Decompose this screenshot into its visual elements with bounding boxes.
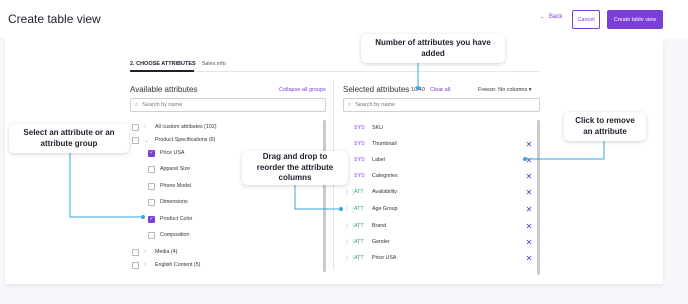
- close-icon[interactable]: ✕: [524, 222, 534, 231]
- tab-sales-info[interactable]: Sales info: [202, 61, 226, 67]
- drag-handle-icon[interactable]: ⋮⋮: [344, 255, 356, 262]
- page-title: Create table view: [8, 12, 101, 26]
- caret-down-icon: ▾: [528, 87, 532, 93]
- callout-drag-reorder: Drag and drop to reorder the attribute c…: [242, 151, 348, 185]
- arrow-left-icon: ←: [540, 14, 546, 20]
- chevron-right-icon[interactable]: ›: [144, 124, 150, 130]
- available-search-input[interactable]: [142, 102, 325, 108]
- selected-row-sku: SYS SKU: [354, 125, 383, 131]
- selected-row-label: SYS Label ✕: [354, 155, 534, 165]
- chevron-right-icon[interactable]: ›: [144, 249, 150, 255]
- selected-row-gender[interactable]: ⋮⋮ ATT Gender ✕: [344, 234, 534, 250]
- available-scrollbar[interactable]: [323, 120, 326, 272]
- clear-all-link[interactable]: Clear all: [430, 87, 450, 93]
- step-tabs: 2. CHOOSE ATTRIBUTES Sales info: [130, 61, 226, 67]
- tag-att: ATT: [354, 239, 364, 245]
- checkbox-checked[interactable]: ✓: [148, 149, 155, 157]
- tree-item-all-custom[interactable]: › All custom attributes (102): [132, 121, 217, 133]
- tree-item-price-usa[interactable]: ✓ Price USA: [148, 147, 184, 159]
- tag-sys: SYS: [354, 125, 365, 131]
- tag-sys: SYS: [354, 157, 365, 163]
- tree-item-product-color[interactable]: ✓ Product Color: [148, 213, 192, 225]
- close-icon[interactable]: ✕: [524, 188, 534, 197]
- tree-item-composition[interactable]: Composition: [148, 229, 189, 241]
- tag-sys: SYS: [354, 141, 365, 147]
- tree-item-apparel-size[interactable]: Apparel Size: [148, 163, 190, 175]
- selected-row-categories: SYS Categories ✕: [354, 171, 534, 181]
- checkbox[interactable]: [148, 182, 155, 190]
- tree-item-dimensions[interactable]: Dimensions: [148, 196, 188, 208]
- chevron-down-icon[interactable]: ⌄: [144, 137, 150, 144]
- tree-item-english-content[interactable]: › English Content (5): [132, 259, 200, 271]
- callout-remove-attribute: Click to remove an attribute: [564, 112, 646, 141]
- back-button[interactable]: ← Back: [540, 14, 562, 20]
- freeze-label: Freeze: No columns: [478, 87, 528, 93]
- checkbox[interactable]: [132, 136, 139, 144]
- checkbox[interactable]: [132, 261, 139, 269]
- tree-item-product-specifications[interactable]: ⌄ Product Specifications (6): [132, 134, 215, 146]
- selected-row-availability[interactable]: ⋮⋮ ATT Availability ✕: [344, 184, 534, 200]
- close-icon[interactable]: ✕: [524, 238, 534, 247]
- checkbox[interactable]: [148, 198, 155, 206]
- checkbox[interactable]: [132, 248, 139, 256]
- drag-handle-icon[interactable]: ⋮⋮: [344, 189, 356, 196]
- close-icon[interactable]: ✕: [524, 254, 534, 263]
- available-attributes-title: Available attributes: [130, 85, 198, 94]
- tag-att: ATT: [354, 223, 364, 229]
- top-bar: Create table view ← Back Cancel Create t…: [0, 0, 688, 38]
- selected-count: 10/40: [411, 87, 425, 93]
- chevron-right-icon[interactable]: ›: [144, 262, 150, 268]
- callout-attribute-count: Number of attributes you have added: [361, 34, 505, 63]
- freeze-dropdown[interactable]: Freeze: No columns ▾: [478, 87, 532, 93]
- close-icon[interactable]: ✕: [524, 205, 534, 214]
- search-icon: ⌕: [348, 101, 352, 108]
- checkbox-checked[interactable]: ✓: [148, 215, 155, 223]
- search-icon: ⌕: [135, 101, 139, 108]
- tree-item-phone-model[interactable]: Phone Model: [148, 180, 191, 192]
- selected-search-input[interactable]: [355, 102, 539, 108]
- tab-choose-attributes[interactable]: 2. CHOOSE ATTRIBUTES: [130, 61, 196, 67]
- selected-scrollbar[interactable]: [537, 120, 540, 275]
- collapse-all-groups-link[interactable]: Collapse all groups: [279, 87, 326, 93]
- available-search-box[interactable]: ⌕: [130, 98, 326, 112]
- selected-row-price-usa[interactable]: ⋮⋮ ATT Price USA ✕: [344, 250, 534, 266]
- active-tab-indicator: [130, 70, 194, 72]
- tag-att: ATT: [354, 189, 364, 195]
- selected-row-thumbnail: SYS Thumbnail ✕: [354, 139, 534, 149]
- create-table-view-button[interactable]: Create table view: [607, 10, 663, 29]
- tag-att: ATT: [354, 206, 364, 212]
- close-icon[interactable]: ✕: [524, 172, 534, 181]
- close-icon[interactable]: ✕: [524, 156, 534, 165]
- tree-item-media[interactable]: › Media (4): [132, 246, 177, 258]
- checkbox[interactable]: [148, 231, 155, 239]
- checkbox[interactable]: [148, 165, 155, 173]
- selected-attributes-title: Selected attributes: [343, 85, 410, 94]
- tag-sys: SYS: [354, 173, 365, 179]
- selected-row-age-group[interactable]: ⋮⋮ ATT Age Group ✕: [344, 201, 534, 217]
- callout-select-attribute: Select an attribute or an attribute grou…: [9, 124, 129, 153]
- checkbox[interactable]: [132, 123, 139, 131]
- selected-row-brand[interactable]: ⋮⋮ ATT Brand ✕: [344, 218, 534, 234]
- cancel-button[interactable]: Cancel: [572, 10, 600, 29]
- drag-handle-icon[interactable]: ⋮⋮: [344, 206, 356, 213]
- back-label: Back: [549, 14, 563, 20]
- tag-att: ATT: [354, 255, 364, 261]
- drag-handle-icon[interactable]: ⋮⋮: [344, 239, 356, 246]
- close-icon[interactable]: ✕: [524, 140, 534, 149]
- drag-handle-icon[interactable]: ⋮⋮: [344, 223, 356, 230]
- selected-search-box[interactable]: ⌕: [343, 98, 540, 112]
